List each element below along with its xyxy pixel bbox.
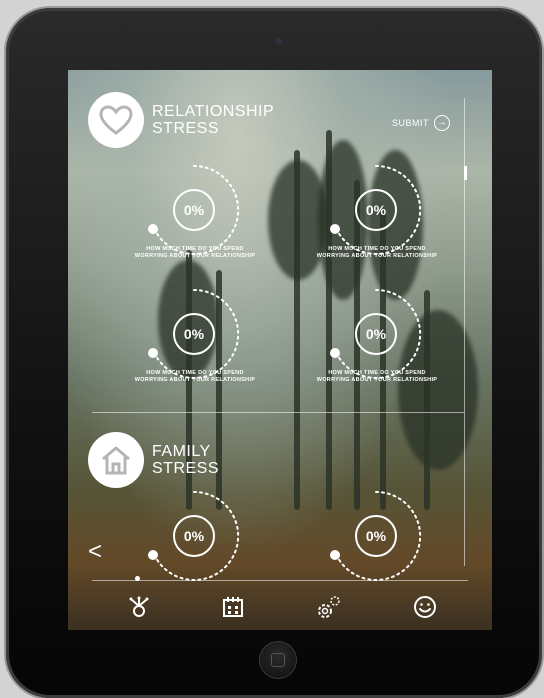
arrow-right-icon: → bbox=[434, 115, 451, 131]
submit-button[interactable]: SUBMIT → bbox=[392, 115, 451, 131]
stress-dial[interactable]: 0% bbox=[144, 486, 244, 586]
tab-mood[interactable] bbox=[412, 594, 438, 620]
question-text: HOW MUCH TIME DO YOU SPEND WORRYING ABOU… bbox=[316, 370, 438, 383]
dial-value: 0% bbox=[355, 515, 397, 557]
dial-handle[interactable] bbox=[330, 550, 340, 560]
stress-dial[interactable]: 0% bbox=[144, 160, 244, 260]
stress-dial[interactable]: 0% bbox=[144, 284, 244, 384]
tab-settings[interactable] bbox=[316, 594, 342, 620]
back-button[interactable]: < bbox=[88, 540, 102, 564]
front-camera bbox=[276, 38, 282, 44]
dial-handle[interactable] bbox=[330, 224, 340, 234]
section-title-line1: FAMILY bbox=[152, 443, 211, 460]
dial-value: 0% bbox=[355, 313, 397, 355]
section-title-line2: STRESS bbox=[152, 460, 220, 477]
home-square-icon bbox=[271, 653, 285, 667]
section-header-relationship: RELATIONSHIP STRESS bbox=[88, 92, 274, 148]
person-icon bbox=[129, 596, 149, 617]
section-title-line1: RELATIONSHIP bbox=[152, 103, 275, 120]
background-scrim bbox=[68, 70, 492, 630]
stress-dial[interactable]: 0% bbox=[326, 160, 426, 260]
house-icon bbox=[88, 432, 144, 488]
dial-handle[interactable] bbox=[148, 550, 158, 560]
smiley-icon bbox=[414, 596, 436, 618]
dial-value: 0% bbox=[173, 313, 215, 355]
section-title-line2: STRESS bbox=[152, 120, 220, 137]
section-divider bbox=[92, 412, 464, 413]
tab-bar-divider bbox=[92, 580, 468, 581]
dial-value: 0% bbox=[355, 189, 397, 231]
active-tab-indicator bbox=[135, 576, 140, 581]
section-title: FAMILY STRESS bbox=[152, 443, 219, 477]
question-text: HOW MUCH TIME DO YOU SPEND WORRYING ABOU… bbox=[134, 370, 256, 383]
dial-handle[interactable] bbox=[330, 348, 340, 358]
question-text: HOW MUCH TIME DO YOU SPEND WORRYING ABOU… bbox=[316, 246, 438, 259]
section-header-family: FAMILY STRESS bbox=[88, 432, 219, 488]
dial-value: 0% bbox=[173, 515, 215, 557]
section-title: RELATIONSHIP STRESS bbox=[152, 103, 274, 137]
app-screen: RELATIONSHIP STRESS SUBMIT → 0% HOW MUCH… bbox=[68, 70, 492, 630]
calendar-icon bbox=[223, 597, 243, 617]
gear-icon bbox=[318, 596, 340, 618]
tab-bar bbox=[68, 576, 492, 630]
dial-value: 0% bbox=[173, 189, 215, 231]
stress-dial[interactable]: 0% bbox=[326, 284, 426, 384]
dial-handle[interactable] bbox=[148, 348, 158, 358]
tab-stress[interactable] bbox=[126, 594, 152, 620]
stress-dial[interactable]: 0% bbox=[326, 486, 426, 586]
submit-label: SUBMIT bbox=[392, 118, 430, 128]
dial-handle[interactable] bbox=[148, 224, 158, 234]
scroll-thumb[interactable] bbox=[464, 166, 467, 180]
home-button[interactable] bbox=[259, 641, 297, 679]
tab-calendar[interactable] bbox=[220, 594, 246, 620]
question-text: HOW MUCH TIME DO YOU SPEND WORRYING ABOU… bbox=[134, 246, 256, 259]
heart-icon bbox=[88, 92, 144, 148]
